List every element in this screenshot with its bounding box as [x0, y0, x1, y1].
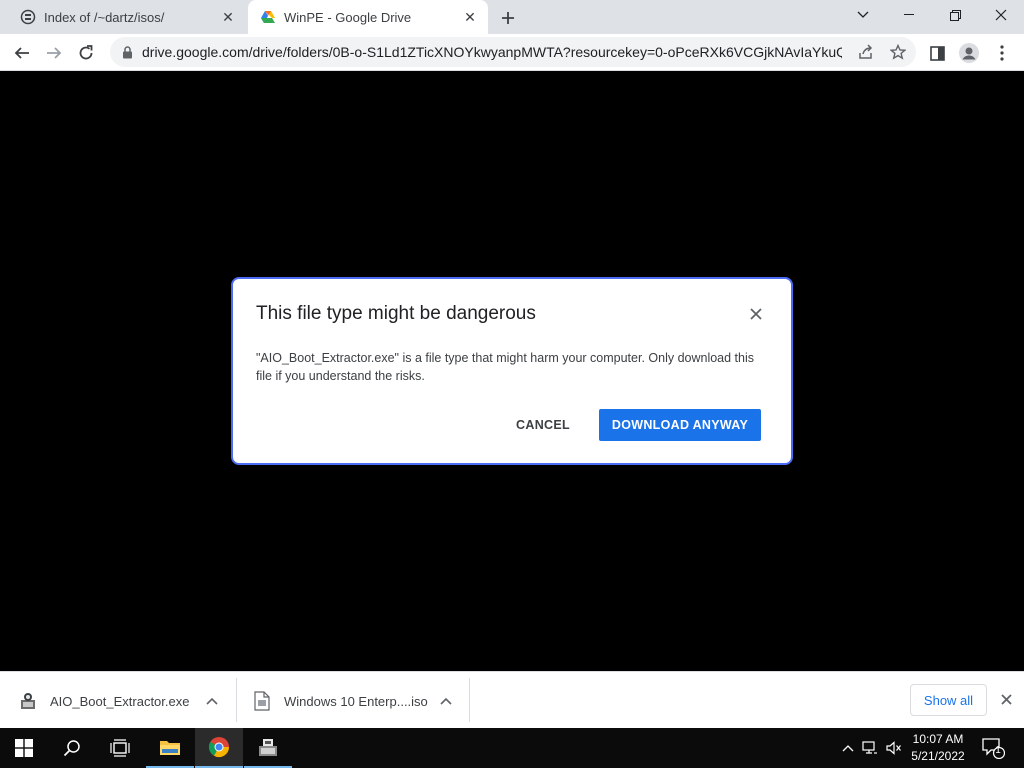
notification-count: 1 — [995, 745, 1001, 756]
lock-icon[interactable] — [120, 45, 134, 59]
close-icon[interactable] — [747, 305, 765, 323]
close-icon[interactable] — [997, 690, 1015, 708]
installer-app-icon[interactable] — [244, 728, 292, 768]
clock-time: 10:07 AM — [912, 732, 964, 746]
browser-toolbar: drive.google.com/drive/folders/0B-o-S1Ld… — [0, 34, 1024, 71]
url-text: drive.google.com/drive/folders/0B-o-S1Ld… — [142, 44, 842, 60]
windows-start-icon[interactable] — [0, 728, 48, 768]
browser-titlebar: Index of /~dartz/isos/ ✕ WinPE - Google … — [0, 0, 1024, 34]
download-filename: Windows 10 Enterp....iso — [284, 693, 428, 709]
reload-icon[interactable] — [73, 40, 99, 66]
profile-avatar-icon[interactable] — [956, 40, 982, 66]
notification-center-icon[interactable]: 1 — [980, 736, 1006, 760]
tab-title: WinPE - Google Drive — [284, 9, 412, 25]
file-explorer-icon[interactable] — [146, 728, 194, 768]
server-icon — [20, 9, 36, 25]
task-view-icon[interactable] — [96, 728, 144, 768]
tab-title: Index of /~dartz/isos/ — [44, 9, 165, 25]
close-window-icon[interactable] — [978, 0, 1024, 30]
minimize-icon[interactable] — [886, 0, 932, 30]
tab-index-of-isos[interactable]: Index of /~dartz/isos/ ✕ — [0, 0, 246, 34]
divider — [236, 678, 237, 722]
chevron-up-icon[interactable] — [204, 693, 220, 709]
close-icon[interactable]: ✕ — [462, 9, 478, 25]
kebab-menu-icon[interactable] — [989, 40, 1015, 66]
download-item[interactable]: AIO_Boot_Extractor.exe — [18, 678, 234, 724]
chevron-up-icon[interactable] — [840, 740, 856, 756]
chevron-up-icon[interactable] — [438, 693, 454, 709]
new-tab-icon[interactable] — [497, 7, 519, 29]
restore-icon[interactable] — [932, 0, 978, 30]
chrome-icon[interactable] — [195, 728, 243, 768]
download-filename: AIO_Boot_Extractor.exe — [50, 693, 190, 709]
system-clock[interactable]: 10:07 AM 5/21/2022 — [905, 731, 971, 765]
close-icon[interactable]: ✕ — [220, 9, 236, 25]
search-icon[interactable] — [48, 728, 96, 768]
tab-google-drive[interactable]: WinPE - Google Drive ✕ — [248, 0, 488, 34]
clock-date: 5/21/2022 — [911, 749, 965, 763]
show-all-button[interactable]: Show all — [910, 684, 987, 716]
side-panel-icon[interactable] — [924, 40, 950, 66]
star-bookmark-icon[interactable] — [889, 43, 907, 61]
network-icon[interactable] — [862, 740, 878, 756]
forward-arrow-icon[interactable] — [41, 40, 67, 66]
download-item[interactable]: Windows 10 Enterp....iso — [252, 678, 468, 724]
address-bar[interactable]: drive.google.com/drive/folders/0B-o-S1Ld… — [110, 37, 916, 67]
download-anyway-button[interactable]: DOWNLOAD ANYWAY — [599, 409, 761, 441]
windows-taskbar: 10:07 AM 5/21/2022 1 — [0, 728, 1024, 768]
divider — [469, 678, 470, 722]
speaker-muted-icon[interactable] — [886, 740, 902, 756]
download-bar: AIO_Boot_Extractor.exe Windows 10 Enterp… — [0, 671, 1024, 728]
share-icon[interactable] — [857, 43, 875, 61]
dangerous-file-dialog: This file type might be dangerous "AIO_B… — [231, 277, 793, 465]
back-arrow-icon[interactable] — [9, 40, 35, 66]
exe-file-icon — [18, 691, 38, 711]
iso-file-icon — [252, 691, 272, 711]
tab-search-chevron-down-icon[interactable] — [840, 0, 886, 30]
google-drive-icon — [260, 9, 276, 25]
cancel-button[interactable]: CANCEL — [503, 409, 583, 441]
dialog-message: "AIO_Boot_Extractor.exe" is a file type … — [256, 351, 755, 383]
dialog-title: This file type might be dangerous — [256, 303, 536, 324]
